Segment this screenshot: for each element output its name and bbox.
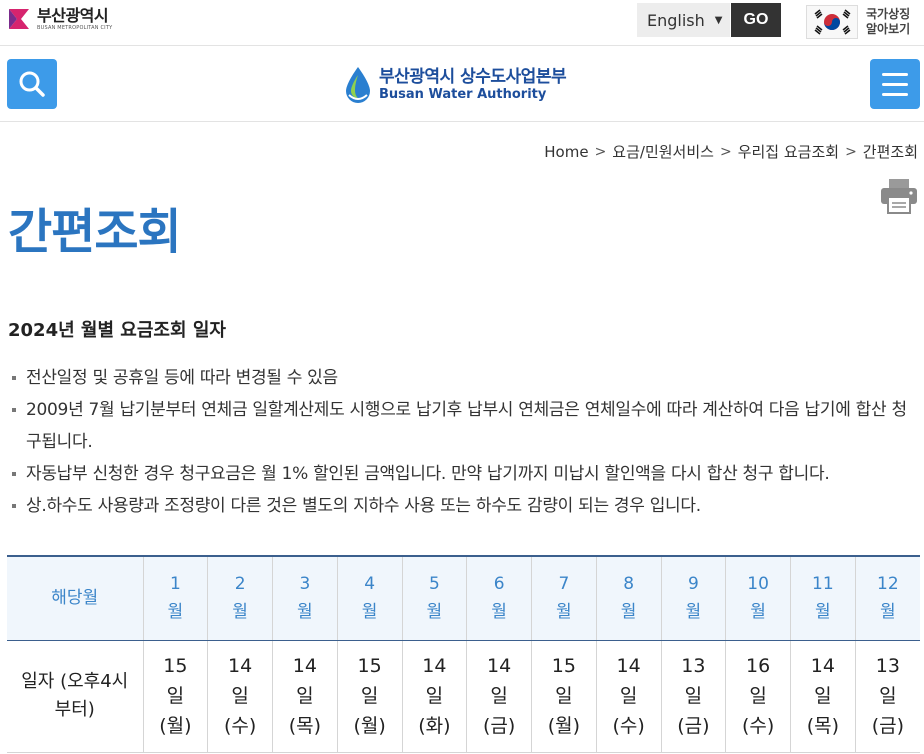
date-cell: 15 일 (월) [531, 640, 597, 753]
city-subtitle: BUSAN METROPOLITAN CITY [37, 25, 113, 31]
table-header-row: 해당월 1월 2월 3월 4월 5월 6월 7월 8월 9월 10 월 11 월 1… [7, 556, 920, 641]
utility-bar: 부산광역시 BUSAN METROPOLITAN CITY English ▼ … [0, 0, 924, 46]
date-cell: 14 일 (수) [207, 640, 273, 753]
month-header: 9월 [660, 556, 726, 641]
chevron-right-icon: > [845, 143, 857, 160]
date-cell: 16 일 (수) [725, 640, 791, 753]
month-header: 3월 [272, 556, 338, 641]
month-header: 8월 [595, 556, 661, 641]
hamburger-menu-icon-bar [882, 72, 908, 76]
month-header: 11 월 [790, 556, 856, 641]
breadcrumb-bill-inquiry[interactable]: 우리집 요금조회 [738, 141, 839, 162]
month-header: 7월 [531, 556, 597, 641]
billing-date-table: 해당월 1월 2월 3월 4월 5월 6월 7월 8월 9월 10 월 11 월 1… [7, 555, 920, 753]
hamburger-menu-icon-bar [882, 82, 908, 86]
month-header: 1월 [142, 556, 208, 641]
busan-city-logo[interactable]: 부산광역시 BUSAN METROPOLITAN CITY [7, 7, 112, 37]
date-cell: 15 일 (월) [142, 640, 208, 753]
hamburger-menu-icon-bar [882, 92, 908, 96]
row-label-date: 일자 (오후4시부터) [7, 640, 143, 753]
date-cell: 14 일 (금) [466, 640, 532, 753]
month-header: 6월 [466, 556, 532, 641]
date-cell: 13 일 (금) [854, 640, 920, 753]
language-select[interactable]: English ▼ [637, 3, 730, 37]
chevron-right-icon: > [594, 143, 607, 160]
notes-list: 전산일정 및 공휴일 등에 따라 변경될 수 있음 2009년 7월 납기분부터… [11, 362, 911, 522]
note-item: 자동납부 신청한 경우 청구요금은 월 1% 할인된 금액입니다. 만약 납기까… [11, 458, 911, 490]
page-title: 간편조회 [8, 204, 182, 260]
note-item: 전산일정 및 공휴일 등에 따라 변경될 수 있음 [11, 362, 911, 394]
city-name: 부산광역시 [37, 6, 109, 25]
section-title: 2024년 월별 요금조회 일자 [8, 320, 226, 341]
brand-name-english: Busan Water Authority [379, 87, 547, 102]
date-cell: 14 일 (수) [595, 640, 661, 753]
breadcrumb: Home > 요금/민원서비스 > 우리집 요금조회 > 간편조회 [544, 141, 918, 162]
note-item: 2009년 7월 납기분부터 연체금 일할계산제도 시행으로 납기후 납부시 연… [11, 394, 911, 458]
chevron-right-icon: > [719, 143, 732, 160]
note-item: 상.하수도 사용량과 조정량이 다른 것은 별도의 지하수 사용 또는 하수도 … [11, 490, 911, 522]
table-header-month-label: 해당월 [7, 556, 143, 641]
national-symbols-label-2: 알아보기 [866, 22, 911, 36]
national-symbols-label-1: 국가상징 [866, 7, 911, 21]
water-drop-logo-icon [343, 65, 373, 105]
date-cell: 14 일 (목) [272, 640, 338, 753]
national-symbols-link[interactable]: 국가상징 알아보기 [806, 4, 918, 40]
search-icon [19, 71, 45, 97]
date-cell: 13 일 (금) [660, 640, 726, 753]
search-button[interactable] [7, 59, 57, 109]
month-header: 10 월 [725, 556, 791, 641]
korean-flag-icon [806, 5, 858, 39]
month-header: 2월 [207, 556, 273, 641]
water-authority-logo[interactable]: 부산광역시 상수도사업본부 Busan Water Authority [343, 64, 567, 106]
print-button[interactable] [880, 178, 918, 214]
breadcrumb-home[interactable]: Home [544, 143, 588, 161]
brand-name-korean: 부산광역시 상수도사업본부 [379, 67, 567, 87]
breadcrumb-billing-services[interactable]: 요금/민원서비스 [612, 141, 714, 162]
month-header: 5월 [401, 556, 467, 641]
menu-button[interactable] [870, 59, 920, 109]
language-select-value: English [647, 10, 705, 30]
date-cell: 14 일 (화) [401, 640, 467, 753]
printer-icon [881, 179, 917, 214]
busan-city-logo-icon [7, 7, 31, 31]
date-cell: 14 일 (목) [790, 640, 856, 753]
date-cell: 15 일 (월) [336, 640, 402, 753]
breadcrumb-current[interactable]: 간편조회 [863, 141, 918, 162]
month-header: 4월 [336, 556, 402, 641]
month-header: 12 월 [854, 556, 920, 641]
caret-down-icon: ▼ [714, 14, 723, 26]
site-header: 부산광역시 상수도사업본부 Busan Water Authority [0, 47, 924, 122]
table-row: 일자 (오후4시부터) 15 일 (월) 14 일 (수) 14 일 (목) 15 일 (월) … [7, 640, 920, 753]
go-button[interactable]: GO [731, 3, 781, 37]
